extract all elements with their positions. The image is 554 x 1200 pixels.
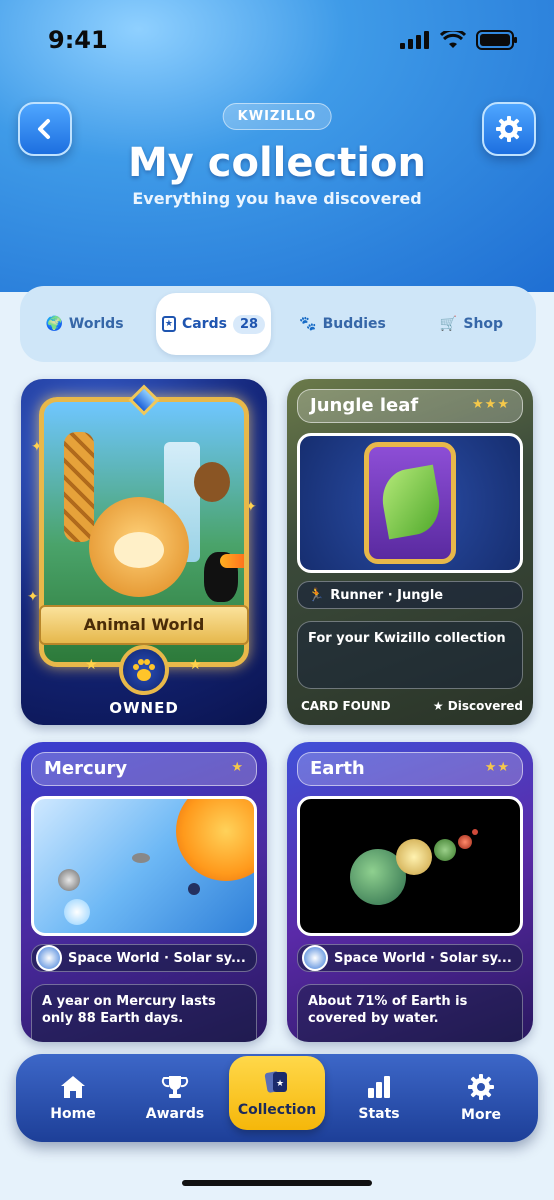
nav-label: Awards — [145, 1106, 205, 1122]
planet-illustration — [458, 835, 472, 849]
star-icon: ★ — [189, 657, 202, 673]
home-indicator[interactable] — [182, 1180, 372, 1186]
card-image — [297, 796, 523, 936]
planet-illustration — [434, 839, 456, 861]
paw-icon: 🐾 — [299, 316, 317, 332]
discovered-label: ★ Discovered — [432, 699, 523, 713]
tab-cards[interactable]: ★ Cards 28 — [156, 293, 271, 355]
sun-illustration — [176, 799, 254, 881]
home-icon — [61, 1076, 85, 1098]
cards-count-badge: 28 — [232, 314, 266, 334]
card-title: Jungle leaf — [310, 395, 419, 416]
nav-home[interactable]: Home — [25, 1062, 121, 1134]
runner-icon: 🏃 — [308, 587, 325, 603]
tab-bar: 🌍 Worlds ★ Cards 28 🐾 Buddies 🛒 Shop — [20, 286, 536, 362]
planet-illustration — [396, 839, 432, 875]
planet-illustration — [64, 899, 90, 925]
tab-label: Worlds — [68, 316, 124, 332]
cart-icon: 🛒 — [439, 316, 458, 332]
card-title-bar: Mercury ★ — [31, 752, 257, 786]
planet-illustration — [132, 853, 150, 863]
card-meta-text: Space World · Solar sy... — [68, 950, 246, 966]
tab-label: Cards — [181, 316, 227, 332]
card-meta-text: Space World · Solar sy... — [334, 950, 512, 966]
sparkle-icon: ✦ — [27, 589, 39, 605]
paw-badge-icon — [119, 645, 169, 695]
battery-icon — [476, 30, 517, 50]
status-icons — [400, 30, 518, 50]
card-fact: For your Kwizillo collection — [297, 621, 523, 689]
card-earth[interactable]: Earth ★★ Space World · Solar sy... About… — [287, 742, 533, 1042]
leaf-icon — [377, 464, 445, 540]
card-meta: Space World · Solar sy... — [297, 944, 523, 972]
leaf-card-illustration — [364, 442, 456, 564]
rarity-stars: ★★ — [484, 760, 510, 775]
planet-illustration — [58, 869, 80, 891]
toucan-beak-illustration — [220, 554, 244, 568]
nav-more[interactable]: More — [433, 1062, 529, 1134]
page-title: My collection — [127, 140, 427, 186]
giraffe-illustration — [64, 432, 94, 542]
nav-label: Home — [50, 1106, 96, 1122]
wifi-icon — [440, 31, 466, 48]
more-gear-icon — [468, 1074, 494, 1100]
card-mercury[interactable]: Mercury ★ Space World · Solar sy... A ye… — [21, 742, 267, 1042]
card-meta: 🏃 Runner · Jungle — [297, 581, 523, 609]
card-footer: CARD FOUND ★ Discovered — [301, 699, 523, 713]
nav-stats[interactable]: Stats — [331, 1062, 427, 1134]
card-title: Mercury — [44, 758, 128, 779]
stats-icon — [368, 1076, 390, 1098]
card-title: Earth — [310, 758, 365, 779]
status-bar: 9:41 — [0, 0, 554, 80]
rarity-stars: ★★★ — [472, 397, 510, 412]
chevron-left-icon — [38, 119, 50, 139]
card-title-bar: Earth ★★ — [297, 752, 523, 786]
world-avatar-icon — [36, 945, 62, 971]
nav-awards[interactable]: Awards — [127, 1062, 223, 1134]
card-fact: About 71% of Earth is covered by water. — [297, 984, 523, 1042]
svg-text:★: ★ — [276, 1079, 284, 1089]
card-animal-world[interactable]: ✦ ✦ ✦ Animal World ★ ★ OWNED — [21, 379, 267, 725]
card-name-banner: Animal World — [39, 605, 249, 645]
planet-illustration — [188, 883, 200, 895]
gear-icon — [496, 116, 522, 142]
lion-face-illustration — [114, 532, 164, 568]
header: 9:41 KWIZILLO My collection Everything y… — [0, 0, 554, 292]
cards-icon: ★ — [161, 316, 176, 332]
rarity-stars: ★ — [231, 760, 244, 775]
planet-illustration — [472, 829, 478, 835]
brand-badge: KWIZILLO — [222, 103, 332, 130]
card-fact: A year on Mercury lasts only 88 Earth da… — [31, 984, 257, 1042]
owned-status: OWNED — [109, 699, 179, 717]
trophy-icon — [161, 1076, 189, 1098]
tab-worlds[interactable]: 🌍 Worlds — [27, 293, 142, 355]
status-time: 9:41 — [48, 26, 108, 54]
world-avatar-icon — [302, 945, 328, 971]
nav-label: Stats — [358, 1106, 400, 1122]
signal-icon — [400, 31, 429, 49]
paw-icon — [133, 659, 155, 681]
card-meta: Space World · Solar sy... — [31, 944, 257, 972]
card-image — [297, 433, 523, 573]
nav-label: Collection — [237, 1102, 317, 1118]
nav-label: More — [461, 1107, 501, 1123]
card-found-label: CARD FOUND — [301, 699, 391, 713]
monkey-illustration — [194, 462, 230, 502]
tab-shop[interactable]: 🛒 Shop — [414, 293, 529, 355]
tab-label: Buddies — [322, 316, 386, 332]
card-jungle-leaf[interactable]: Jungle leaf ★★★ 🏃 Runner · Jungle For yo… — [287, 379, 533, 725]
card-title-bar: Jungle leaf ★★★ — [297, 389, 523, 423]
page-subtitle: Everything you have discovered — [132, 189, 422, 208]
star-icon: ★ — [85, 657, 98, 673]
bottom-nav: Home Awards ★ Collection Stats More — [16, 1054, 538, 1142]
collection-icon: ★ — [264, 1071, 287, 1093]
tab-label: Shop — [463, 316, 504, 332]
card-image — [31, 796, 257, 936]
card-meta-text: Runner · Jungle — [330, 587, 444, 603]
tab-buddies[interactable]: 🐾 Buddies — [285, 293, 400, 355]
globe-icon: 🌍 — [45, 316, 63, 332]
nav-collection[interactable]: ★ Collection — [229, 1056, 325, 1130]
